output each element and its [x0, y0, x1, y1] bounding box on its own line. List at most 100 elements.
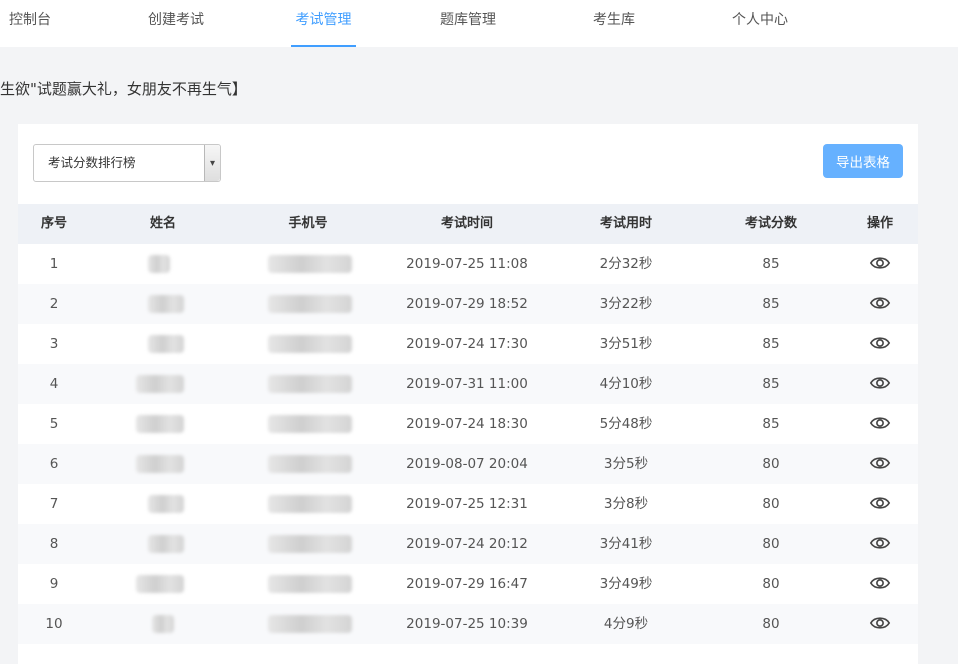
row-score: 80: [762, 536, 780, 552]
phone-redacted: [268, 295, 352, 313]
eye-icon[interactable]: [869, 493, 891, 513]
row-exam-time: 2019-07-25 12:31: [406, 496, 528, 512]
nav-item-dashboard[interactable]: 控制台: [9, 0, 51, 47]
row-duration: 4分9秒: [603, 616, 649, 632]
row-score: 85: [762, 416, 780, 432]
row-score: 85: [762, 296, 780, 312]
row-exam-time: 2019-08-07 20:04: [406, 456, 528, 472]
row-score: 80: [762, 496, 780, 512]
nav-item-exam-management[interactable]: 考试管理: [291, 0, 356, 47]
header-duration: 考试用时: [599, 216, 653, 231]
row-score: 85: [762, 376, 780, 392]
row-exam-time: 2019-07-24 17:30: [406, 336, 528, 352]
name-redacted: [148, 335, 184, 353]
phone-redacted: [268, 535, 352, 553]
row-score: 85: [762, 256, 780, 272]
eye-icon[interactable]: [869, 613, 891, 633]
table-row: 10 2019-07-25 10:39 4分9秒 80: [18, 604, 918, 644]
row-index: 4: [49, 376, 59, 392]
eye-icon[interactable]: [869, 333, 891, 353]
row-exam-time: 2019-07-25 11:08: [406, 256, 528, 272]
row-index: 10: [45, 616, 63, 632]
phone-redacted: [268, 495, 352, 513]
nav-item-profile[interactable]: 个人中心: [732, 0, 788, 47]
ranking-select-value: 考试分数排行榜: [48, 155, 136, 170]
eye-icon[interactable]: [869, 533, 891, 553]
name-redacted: [136, 415, 184, 433]
ranking-select[interactable]: 考试分数排行榜 ▾: [33, 144, 221, 182]
table-row: 9 2019-07-29 16:47 3分49秒 80: [18, 564, 918, 604]
name-redacted: [148, 255, 170, 273]
row-duration: 3分22秒: [599, 296, 653, 312]
row-score: 80: [762, 456, 780, 472]
row-duration: 3分51秒: [599, 336, 653, 352]
eye-icon[interactable]: [869, 293, 891, 313]
table-row: 1 2019-07-25 11:08 2分32秒 85: [18, 244, 918, 284]
header-action: 操作: [866, 216, 894, 231]
eye-icon[interactable]: [869, 413, 891, 433]
exam-title-banner: 生欲"试题赢大礼，女朋友不再生气】: [0, 80, 247, 98]
table-row: 4 2019-07-31 11:00 4分10秒 85: [18, 364, 918, 404]
chevron-down-icon[interactable]: ▾: [204, 145, 220, 181]
phone-redacted: [268, 455, 352, 473]
name-redacted: [136, 375, 184, 393]
table-row: 3 2019-07-24 17:30 3分51秒 85: [18, 324, 918, 364]
row-index: 2: [49, 296, 59, 312]
table-row: 8 2019-07-24 20:12 3分41秒 80: [18, 524, 918, 564]
table-row: 5 2019-07-24 18:30 5分48秒 85: [18, 404, 918, 444]
eye-icon[interactable]: [869, 373, 891, 393]
row-exam-time: 2019-07-29 18:52: [406, 296, 528, 312]
phone-redacted: [268, 255, 352, 273]
eye-icon[interactable]: [869, 253, 891, 273]
export-table-button[interactable]: 导出表格: [823, 144, 903, 178]
row-duration: 3分49秒: [599, 576, 653, 592]
row-duration: 5分48秒: [599, 416, 653, 432]
results-card: 考试分数排行榜 ▾ 导出表格 序号 姓名 手机号 考试时间 考试用时 考试分数 …: [18, 124, 918, 664]
row-exam-time: 2019-07-31 11:00: [406, 376, 528, 392]
table-header: 序号 姓名 手机号 考试时间 考试用时 考试分数 操作: [18, 204, 918, 244]
row-index: 5: [49, 416, 59, 432]
row-duration: 3分8秒: [603, 496, 649, 512]
phone-redacted: [268, 575, 352, 593]
row-exam-time: 2019-07-24 20:12: [406, 536, 528, 552]
row-score: 80: [762, 576, 780, 592]
row-exam-time: 2019-07-25 10:39: [406, 616, 528, 632]
header-score: 考试分数: [744, 216, 798, 231]
name-redacted: [152, 615, 174, 633]
eye-icon[interactable]: [869, 573, 891, 593]
row-exam-time: 2019-07-24 18:30: [406, 416, 528, 432]
phone-redacted: [268, 375, 352, 393]
header-name: 姓名: [149, 216, 177, 231]
row-score: 85: [762, 336, 780, 352]
name-redacted: [148, 495, 184, 513]
phone-redacted: [268, 335, 352, 353]
row-score: 80: [762, 616, 780, 632]
top-nav: 控制台 创建考试 考试管理 题库管理 考生库 个人中心: [0, 0, 958, 47]
table-row: 7 2019-07-25 12:31 3分8秒 80: [18, 484, 918, 524]
row-index: 8: [49, 536, 59, 552]
nav-item-create-exam[interactable]: 创建考试: [148, 0, 204, 47]
row-index: 9: [49, 576, 59, 592]
row-index: 3: [49, 336, 59, 352]
name-redacted: [136, 575, 184, 593]
header-phone: 手机号: [288, 216, 328, 231]
phone-redacted: [268, 415, 352, 433]
row-duration: 3分5秒: [603, 456, 649, 472]
row-index: 7: [49, 496, 59, 512]
name-redacted: [148, 295, 184, 313]
row-index: 1: [49, 256, 59, 272]
table-row: 2 2019-07-29 18:52 3分22秒 85: [18, 284, 918, 324]
header-exam-time: 考试时间: [440, 216, 494, 231]
row-exam-time: 2019-07-29 16:47: [406, 576, 528, 592]
nav-item-question-bank[interactable]: 题库管理: [440, 0, 496, 47]
row-duration: 4分10秒: [599, 376, 653, 392]
row-duration: 2分32秒: [599, 256, 653, 272]
eye-icon[interactable]: [869, 453, 891, 473]
header-index: 序号: [40, 216, 68, 231]
row-duration: 3分41秒: [599, 536, 653, 552]
name-redacted: [148, 535, 184, 553]
nav-item-candidates[interactable]: 考生库: [593, 0, 635, 47]
row-index: 6: [49, 456, 59, 472]
name-redacted: [136, 455, 184, 473]
table-row: 6 2019-08-07 20:04 3分5秒 80: [18, 444, 918, 484]
